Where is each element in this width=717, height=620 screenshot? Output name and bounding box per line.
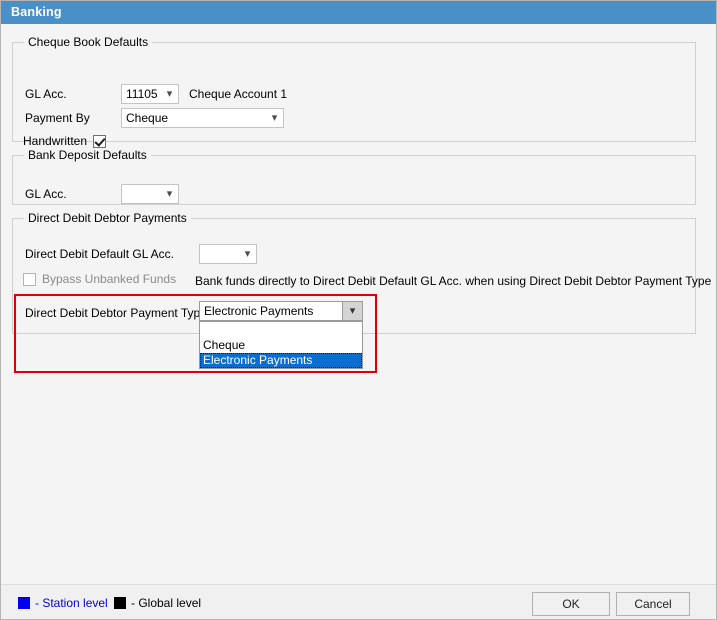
label-direct-debit-default-gl-acc: Direct Debit Default GL Acc.: [25, 247, 174, 261]
global-level-swatch-icon: [114, 597, 126, 609]
chevron-down-icon[interactable]: [266, 109, 283, 127]
cheque-gl-acc-combo[interactable]: 11105: [121, 84, 179, 104]
direct-debit-default-gl-acc-combo[interactable]: [199, 244, 257, 264]
cheque-gl-acc-value: 11105: [126, 87, 158, 101]
legend-global-level-label: - Global level: [131, 596, 202, 610]
chevron-down-icon[interactable]: [342, 302, 362, 320]
direct-debit-debtor-payment-type-dropdown-list[interactable]: Cheque Electronic Payments: [199, 321, 363, 369]
payment-by-combo[interactable]: Cheque: [121, 108, 284, 128]
direct-debit-debtor-payment-type-combo[interactable]: Electronic Payments: [199, 301, 363, 321]
handwritten-checkbox[interactable]: [93, 134, 107, 148]
list-item[interactable]: [200, 322, 362, 338]
chevron-down-icon[interactable]: [161, 185, 178, 203]
legend-station-level-label: - Station level: [35, 596, 108, 610]
banking-dialog: Banking Cheque Book Defaults GL Acc. 111…: [0, 0, 717, 620]
group-bank-deposit-defaults: Bank Deposit Defaults: [12, 148, 696, 205]
group-legend-bank-deposit-defaults: Bank Deposit Defaults: [24, 148, 151, 162]
cancel-button[interactable]: Cancel: [616, 592, 690, 616]
direct-debit-note-text: Bank funds directly to Direct Debit Defa…: [195, 274, 712, 288]
cheque-gl-acc-description: Cheque Account 1: [189, 87, 288, 101]
bypass-unbanked-funds-row[interactable]: Bypass Unbanked Funds: [23, 271, 176, 287]
station-level-swatch-icon: [18, 597, 30, 609]
label-payment-by: Payment By: [25, 111, 90, 125]
handwritten-checkbox-row[interactable]: Handwritten: [23, 133, 107, 149]
list-item[interactable]: Electronic Payments: [200, 353, 362, 368]
group-legend-direct-debit-debtor-payments: Direct Debit Debtor Payments: [24, 211, 191, 225]
page-title: Banking: [11, 5, 62, 19]
payment-by-value: Cheque: [126, 111, 169, 125]
handwritten-label: Handwritten: [23, 134, 88, 148]
legend-station-level: - Station level: [18, 596, 108, 610]
group-legend-cheque-book-defaults: Cheque Book Defaults: [24, 35, 153, 49]
label-deposit-gl-acc: GL Acc.: [25, 187, 67, 201]
label-direct-debit-debtor-payment-type: Direct Debit Debtor Payment Type: [25, 306, 207, 320]
group-cheque-book-defaults: Cheque Book Defaults: [12, 35, 696, 142]
legend-global-level: - Global level: [114, 596, 201, 610]
label-cheque-gl-acc: GL Acc.: [25, 87, 67, 101]
bypass-unbanked-funds-label: Bypass Unbanked Funds: [42, 272, 177, 286]
chevron-down-icon[interactable]: [161, 85, 178, 103]
dialog-footer: - Station level - Global level OK Cancel: [1, 584, 716, 619]
direct-debit-debtor-payment-type-value: Electronic Payments: [204, 304, 314, 318]
window-title-bar: Banking: [1, 1, 716, 24]
ok-button[interactable]: OK: [532, 592, 610, 616]
chevron-down-icon[interactable]: [239, 245, 256, 263]
list-item[interactable]: Cheque: [200, 338, 362, 353]
bypass-unbanked-funds-checkbox[interactable]: [23, 272, 36, 286]
bank-deposit-gl-acc-combo[interactable]: [121, 184, 179, 204]
dialog-client-area: Cheque Book Defaults GL Acc. 11105 Chequ…: [1, 24, 716, 584]
